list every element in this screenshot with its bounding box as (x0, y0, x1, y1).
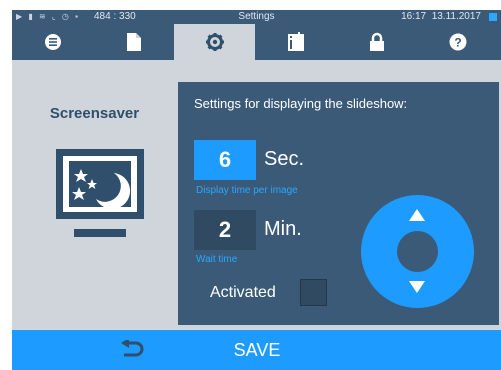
status-date: 13.11.2017 (431, 11, 481, 22)
back-button[interactable] (102, 330, 162, 370)
wait-time-input[interactable]: 2 (194, 210, 256, 250)
help-icon: ? (449, 33, 466, 51)
document-icon (126, 33, 141, 51)
wait-time-unit: Min. (264, 218, 302, 240)
increase-arrow-icon[interactable] (409, 209, 425, 221)
wait-time-label: Wait time (196, 254, 238, 265)
save-button[interactable]: SAVE (212, 330, 302, 370)
bottom-action-bar: SAVE (12, 330, 501, 370)
panel-heading: Settings for displaying the slideshow: (194, 96, 408, 111)
decrease-arrow-icon[interactable] (409, 281, 425, 293)
slideshow-settings-panel: Settings for displaying the slideshow: 6… (178, 82, 499, 325)
tab-menu[interactable] (12, 24, 93, 60)
menu-list-icon (44, 34, 61, 50)
screensaver-monitor-icon (54, 147, 146, 240)
status-indicator (489, 13, 497, 21)
status-time: 16:17 (401, 11, 427, 22)
info-book-icon (287, 32, 304, 51)
tab-lock[interactable] (336, 24, 417, 60)
page-title: Screensaver (49, 105, 140, 122)
activated-label: Activated (210, 284, 276, 301)
activated-checkbox[interactable] (300, 279, 327, 306)
dial-center (397, 231, 438, 272)
value-dial (361, 195, 474, 308)
display-time-input[interactable]: 6 (194, 140, 256, 180)
lock-icon (369, 32, 384, 51)
tab-documents[interactable] (93, 24, 174, 60)
status-datetime: 16:17 13.11.2017 (401, 10, 481, 24)
svg-text:?: ? (454, 36, 461, 50)
gear-icon (205, 33, 224, 51)
tab-bar: ? (12, 24, 501, 60)
status-bar: ▶ ▮ ≋ ⌞ ◷ ▪ 484 : 330 Settings 16:17 13.… (12, 10, 501, 24)
tab-help[interactable]: ? (417, 24, 498, 60)
back-arrow-icon (121, 340, 144, 357)
app-frame: ▶ ▮ ≋ ⌞ ◷ ▪ 484 : 330 Settings 16:17 13.… (12, 10, 501, 370)
tab-settings[interactable] (174, 24, 255, 60)
display-time-unit: Sec. (264, 148, 305, 170)
display-time-label: Display time per image (196, 185, 298, 196)
tab-info[interactable] (255, 24, 336, 60)
